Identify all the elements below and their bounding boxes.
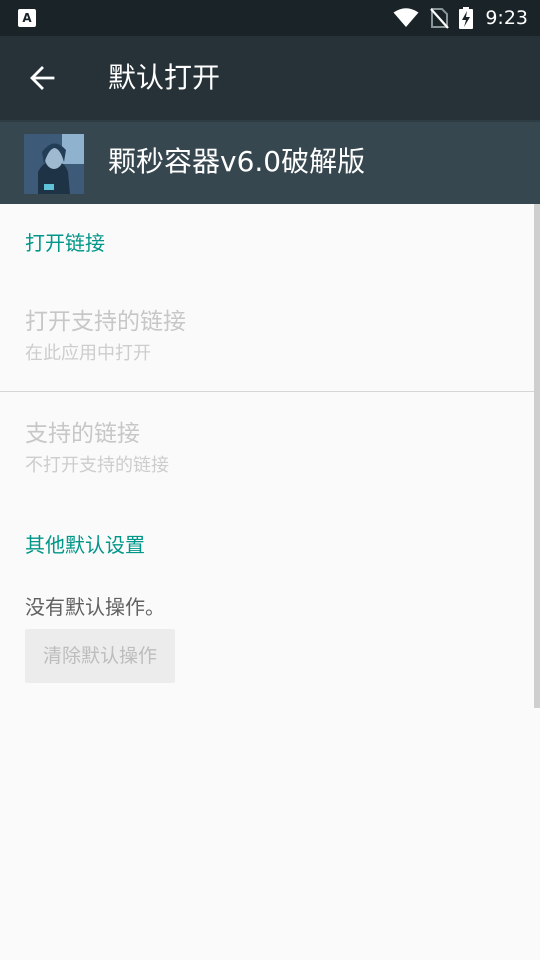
clock: 9:23 (485, 7, 528, 29)
clear-defaults-button[interactable]: 清除默认操作 (25, 629, 175, 683)
no-sim-icon (430, 8, 450, 29)
page-title: 默认打开 (108, 61, 221, 94)
pref-title: 打开支持的链接 (25, 309, 186, 335)
content-list: 打开链接 打开支持的链接 在此应用中打开 支持的链接 不打开支持的链接 其他默认… (0, 204, 540, 960)
notification-a-icon: A (18, 9, 36, 27)
app-header: 颗秒容器v6.0破解版 (0, 120, 540, 204)
battery-charging-icon (459, 7, 474, 29)
app-name: 颗秒容器v6.0破解版 (108, 145, 366, 178)
pref-summary: 在此应用中打开 (25, 343, 151, 364)
no-defaults-message: 没有默认操作。 (25, 595, 165, 619)
status-bar: A 9:23 (0, 0, 540, 36)
arrow-left-icon (30, 66, 55, 90)
app-bar: 默认打开 (0, 36, 540, 120)
section-header-other-defaults: 其他默认设置 (25, 533, 145, 557)
wifi-icon (393, 8, 419, 27)
section-header-open-links: 打开链接 (25, 231, 105, 255)
app-icon (24, 134, 84, 194)
pref-summary: 不打开支持的链接 (25, 455, 169, 476)
scrollbar[interactable] (534, 204, 540, 708)
status-icons: 9:23 (393, 6, 528, 30)
pref-title: 支持的链接 (25, 421, 140, 447)
divider (0, 391, 534, 392)
back-button[interactable] (16, 54, 68, 102)
